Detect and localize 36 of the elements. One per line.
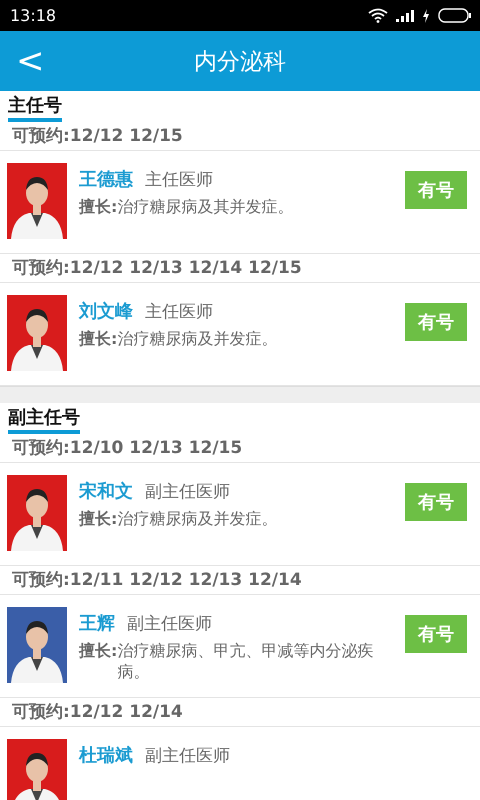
section-title: 副主任号 bbox=[8, 405, 80, 434]
doctor-name[interactable]: 王德惠 bbox=[79, 167, 133, 191]
doctor-rank: 副主任医师 bbox=[145, 481, 230, 503]
specialty-text: 治疗糖尿病、甲亢、甲减等内分泌疾病。 bbox=[117, 641, 374, 683]
available-button[interactable]: 有号 bbox=[405, 483, 467, 521]
available-button[interactable]: 有号 bbox=[405, 171, 467, 209]
doctor-name[interactable]: 王辉 bbox=[79, 611, 115, 635]
page-title: 内分泌科 bbox=[194, 48, 286, 76]
charging-icon bbox=[422, 8, 430, 22]
available-button[interactable]: 有号 bbox=[405, 615, 467, 653]
available-dates: 可预约:12/11 12/12 12/13 12/14 bbox=[12, 570, 302, 590]
doctor-name[interactable]: 刘文峰 bbox=[79, 299, 133, 323]
available-dates: 可预约:12/12 12/13 12/14 12/15 bbox=[12, 258, 302, 278]
doctor-name[interactable]: 杜瑞斌 bbox=[79, 743, 133, 767]
available-button[interactable]: 有号 bbox=[405, 303, 467, 341]
signal-icon bbox=[396, 10, 414, 22]
section-title: 主任号 bbox=[8, 93, 62, 122]
doctor-rank: 副主任医师 bbox=[127, 613, 212, 635]
battery-icon bbox=[438, 8, 472, 23]
specialty-text: 治疗糖尿病及并发症。 bbox=[117, 329, 278, 350]
available-dates: 可预约:12/12 12/14 bbox=[12, 702, 183, 722]
specialty-label: 擅长: bbox=[79, 197, 118, 218]
specialty-label: 擅长: bbox=[79, 641, 118, 662]
doctor-rank: 主任医师 bbox=[145, 301, 213, 323]
specialty-label: 擅长: bbox=[79, 329, 118, 350]
available-dates: 可预约:12/10 12/13 12/15 bbox=[12, 438, 242, 458]
wifi-icon bbox=[368, 8, 388, 23]
specialty-text: 治疗糖尿病及其并发症。 bbox=[117, 197, 294, 218]
doctor-rank: 副主任医师 bbox=[145, 745, 230, 767]
doctor-name[interactable]: 宋和文 bbox=[79, 479, 133, 503]
back-button[interactable]: < bbox=[2, 44, 58, 78]
specialty-label: 擅长: bbox=[79, 509, 118, 530]
status-time: 13:18 bbox=[10, 6, 56, 25]
available-dates: 可预约:12/12 12/15 bbox=[12, 126, 183, 146]
specialty-text: 治疗糖尿病及并发症。 bbox=[117, 509, 278, 530]
doctor-rank: 主任医师 bbox=[145, 169, 213, 191]
